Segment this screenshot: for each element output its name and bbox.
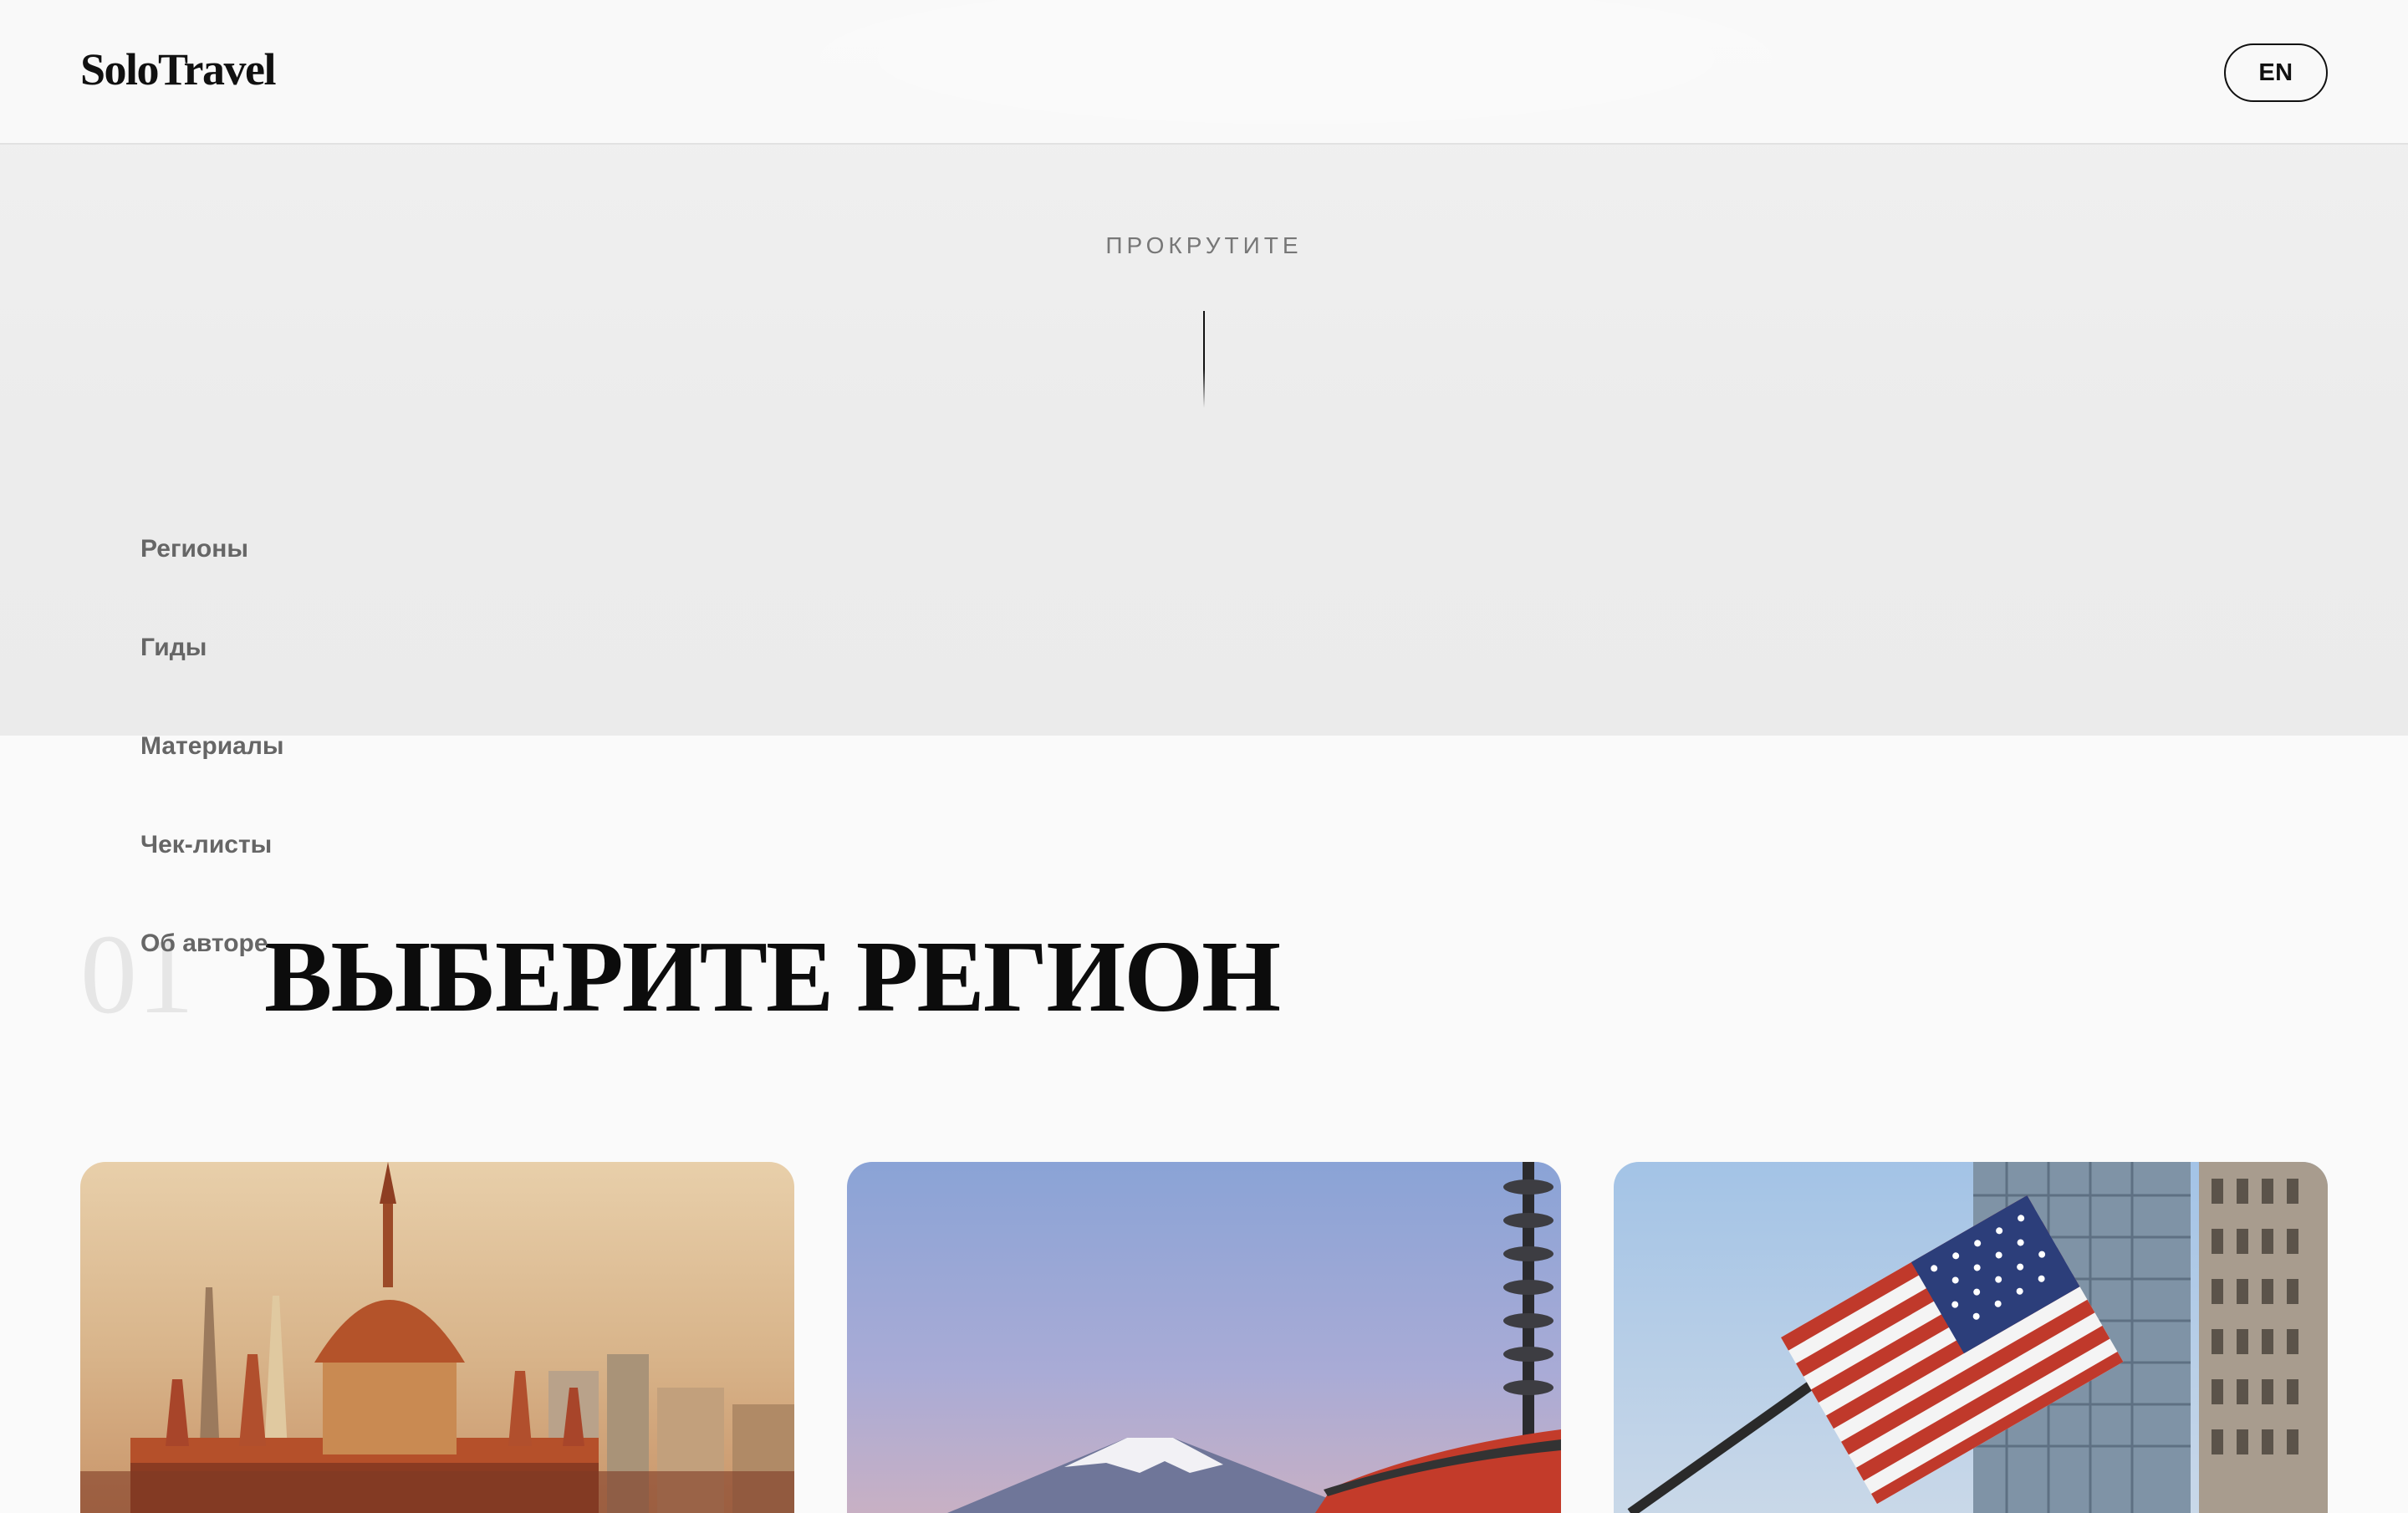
region-card-europe[interactable] bbox=[80, 1162, 794, 1513]
nav-item-materials[interactable]: Материалы bbox=[140, 732, 284, 831]
site-logo[interactable]: SoloTravel bbox=[80, 43, 276, 95]
scroll-hint-label: ПРОКРУТИТЕ bbox=[1105, 232, 1303, 258]
budapest-parliament-image bbox=[80, 1162, 794, 1513]
site-header: SoloTravel EN bbox=[0, 0, 2408, 145]
nav-item-guides[interactable]: Гиды bbox=[140, 634, 284, 732]
region-card-asia[interactable] bbox=[847, 1162, 1561, 1513]
section-title: ВЫБЕРИТЕ РЕГИОН bbox=[264, 920, 1281, 1033]
usa-flag-skyscrapers-image bbox=[1614, 1162, 2328, 1513]
region-card-america[interactable] bbox=[1614, 1162, 2328, 1513]
nav-item-regions[interactable]: Регионы bbox=[140, 535, 284, 634]
nav-item-checklists[interactable]: Чек-листы bbox=[140, 831, 284, 930]
nav-item-about-author[interactable]: Об авторе bbox=[140, 930, 284, 1028]
scroll-indicator-line bbox=[1203, 311, 1205, 408]
language-switch-button[interactable]: EN bbox=[2224, 43, 2328, 102]
mount-fuji-pagoda-image bbox=[847, 1162, 1561, 1513]
main-nav-menu: Регионы Гиды Материалы Чек-листы Об авто… bbox=[140, 535, 284, 1028]
